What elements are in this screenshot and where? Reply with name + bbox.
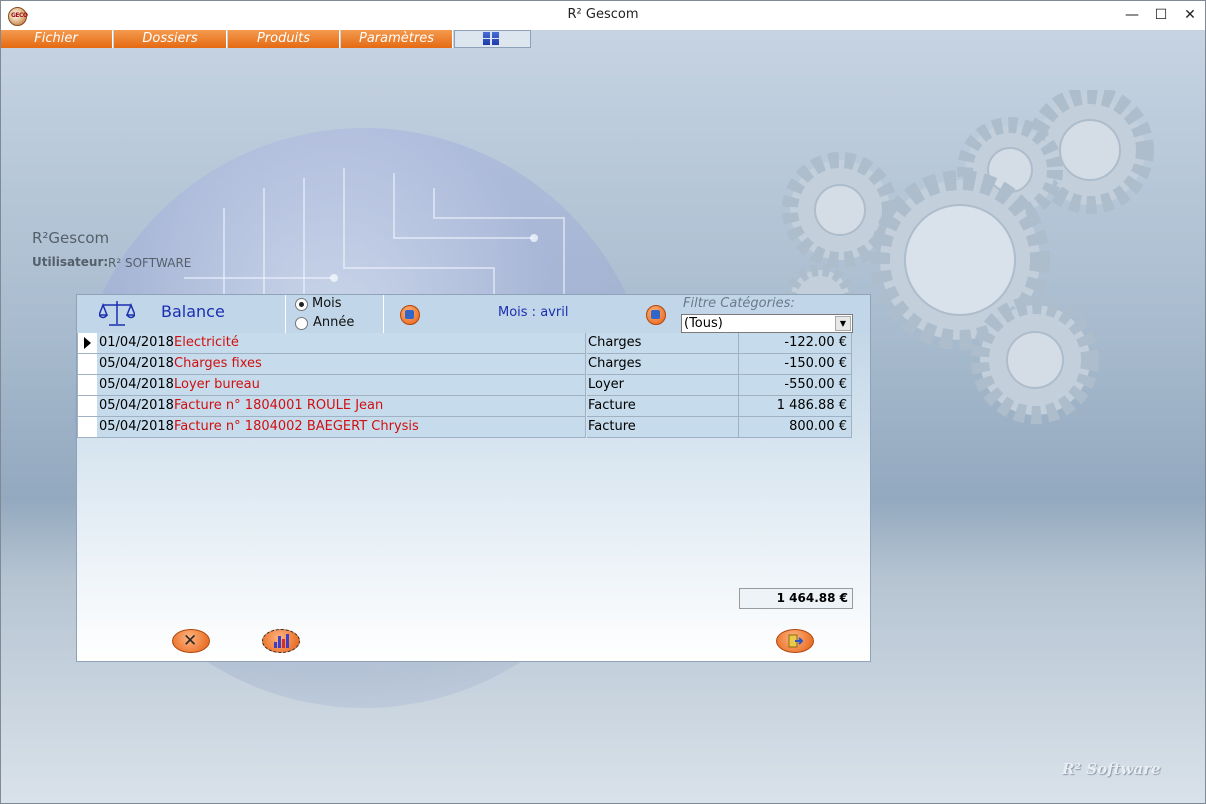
category-filter-select[interactable]: (Tous) ▼ [681, 314, 853, 333]
user-label: Utilisateur: [32, 255, 109, 269]
table-row[interactable]: 05/04/2018 Facture n° 1804001 ROULE Jean F… [77, 396, 853, 417]
bar-chart-icon [274, 634, 289, 648]
cell-date[interactable]: 01/04/2018 [97, 333, 175, 354]
cell-date[interactable]: 05/04/2018 [97, 375, 175, 396]
header-divider [285, 295, 286, 333]
cell-category[interactable]: Charges [587, 354, 739, 375]
window-title: R² Gescom [567, 7, 639, 22]
brand-signature: R² Software [1062, 760, 1161, 778]
category-filter-value: (Tous) [684, 316, 723, 331]
menu-dossiers[interactable]: Dossiers [114, 30, 227, 48]
cell-label[interactable]: Electricité [173, 333, 586, 354]
row-selector[interactable] [77, 396, 98, 417]
menu-produits[interactable]: Produits [228, 30, 340, 48]
cell-category[interactable]: Charges [587, 333, 739, 354]
maximize-button[interactable]: ☐ [1149, 4, 1173, 26]
row-selector[interactable] [77, 333, 98, 354]
dialog-title: Balance [161, 302, 225, 321]
cell-label[interactable]: Facture n° 1804002 BAEGERT Chrysis [173, 417, 586, 438]
cell-amount[interactable]: 800.00 € [739, 417, 852, 438]
chart-button[interactable] [262, 629, 300, 653]
cell-date[interactable]: 05/04/2018 [97, 396, 175, 417]
period-label: Mois : avril [498, 305, 569, 320]
cell-date[interactable]: 05/04/2018 [97, 354, 175, 375]
table-row[interactable]: 01/04/2018 Electricité Charges -122.00 € [77, 333, 853, 354]
previous-period-button[interactable] [400, 305, 420, 325]
cell-label[interactable]: Facture n° 1804001 ROULE Jean [173, 396, 586, 417]
cell-label[interactable]: Charges fixes [173, 354, 586, 375]
exit-door-icon [788, 634, 803, 648]
balance-dialog: Balance Mois Année Mois : avril Filtre C… [76, 294, 871, 662]
current-row-arrow-icon [84, 337, 91, 349]
table-row[interactable]: 05/04/2018 Loyer bureau Loyer -550.00 € [77, 375, 853, 396]
cell-amount[interactable]: -150.00 € [739, 354, 852, 375]
table-row[interactable]: 05/04/2018 Charges fixes Charges -150.00 € [77, 354, 853, 375]
menu-parametres[interactable]: Paramètres [341, 30, 453, 48]
arrow-left-icon [405, 310, 414, 319]
window-list-button[interactable] [454, 30, 531, 48]
filter-label: Filtre Catégories: [683, 296, 795, 311]
close-icon: ✕ [183, 631, 198, 651]
chevron-down-icon[interactable]: ▼ [835, 316, 851, 331]
title-bar: GECO R² Gescom — ☐ ✕ [0, 0, 1206, 30]
close-window-button[interactable]: ✕ [1178, 4, 1202, 26]
cell-category[interactable]: Facture [587, 417, 739, 438]
next-period-button[interactable] [646, 305, 666, 325]
row-selector[interactable] [77, 417, 98, 438]
radio-mois-label[interactable]: Mois [312, 296, 342, 311]
total-amount: 1 464.88 € [739, 588, 853, 609]
radio-mois[interactable] [295, 298, 308, 311]
dialog-header: Balance Mois Année Mois : avril Filtre C… [77, 295, 870, 333]
close-button[interactable]: ✕ [172, 629, 210, 653]
windows-icon [483, 32, 499, 45]
table-row[interactable]: 05/04/2018 Facture n° 1804002 BAEGERT Chr… [77, 417, 853, 438]
menu-fichier[interactable]: Fichier [0, 30, 113, 48]
radio-annee[interactable] [295, 317, 308, 330]
exit-button[interactable] [776, 629, 814, 653]
app-name: R²Gescom [32, 229, 110, 247]
balance-scale-icon [99, 301, 135, 326]
minimize-button[interactable]: — [1120, 4, 1144, 26]
row-selector[interactable] [77, 375, 98, 396]
cell-category[interactable]: Loyer [587, 375, 739, 396]
arrow-right-icon [651, 310, 660, 319]
cell-date[interactable]: 05/04/2018 [97, 417, 175, 438]
cell-label[interactable]: Loyer bureau [173, 375, 586, 396]
cell-amount[interactable]: 1 486.88 € [739, 396, 852, 417]
radio-annee-label[interactable]: Année [313, 315, 354, 330]
user-value: R² SOFTWARE [108, 256, 192, 270]
cell-category[interactable]: Facture [587, 396, 739, 417]
cell-amount[interactable]: -550.00 € [739, 375, 852, 396]
cell-amount[interactable]: -122.00 € [739, 333, 852, 354]
header-divider [383, 295, 384, 333]
row-selector[interactable] [77, 354, 98, 375]
